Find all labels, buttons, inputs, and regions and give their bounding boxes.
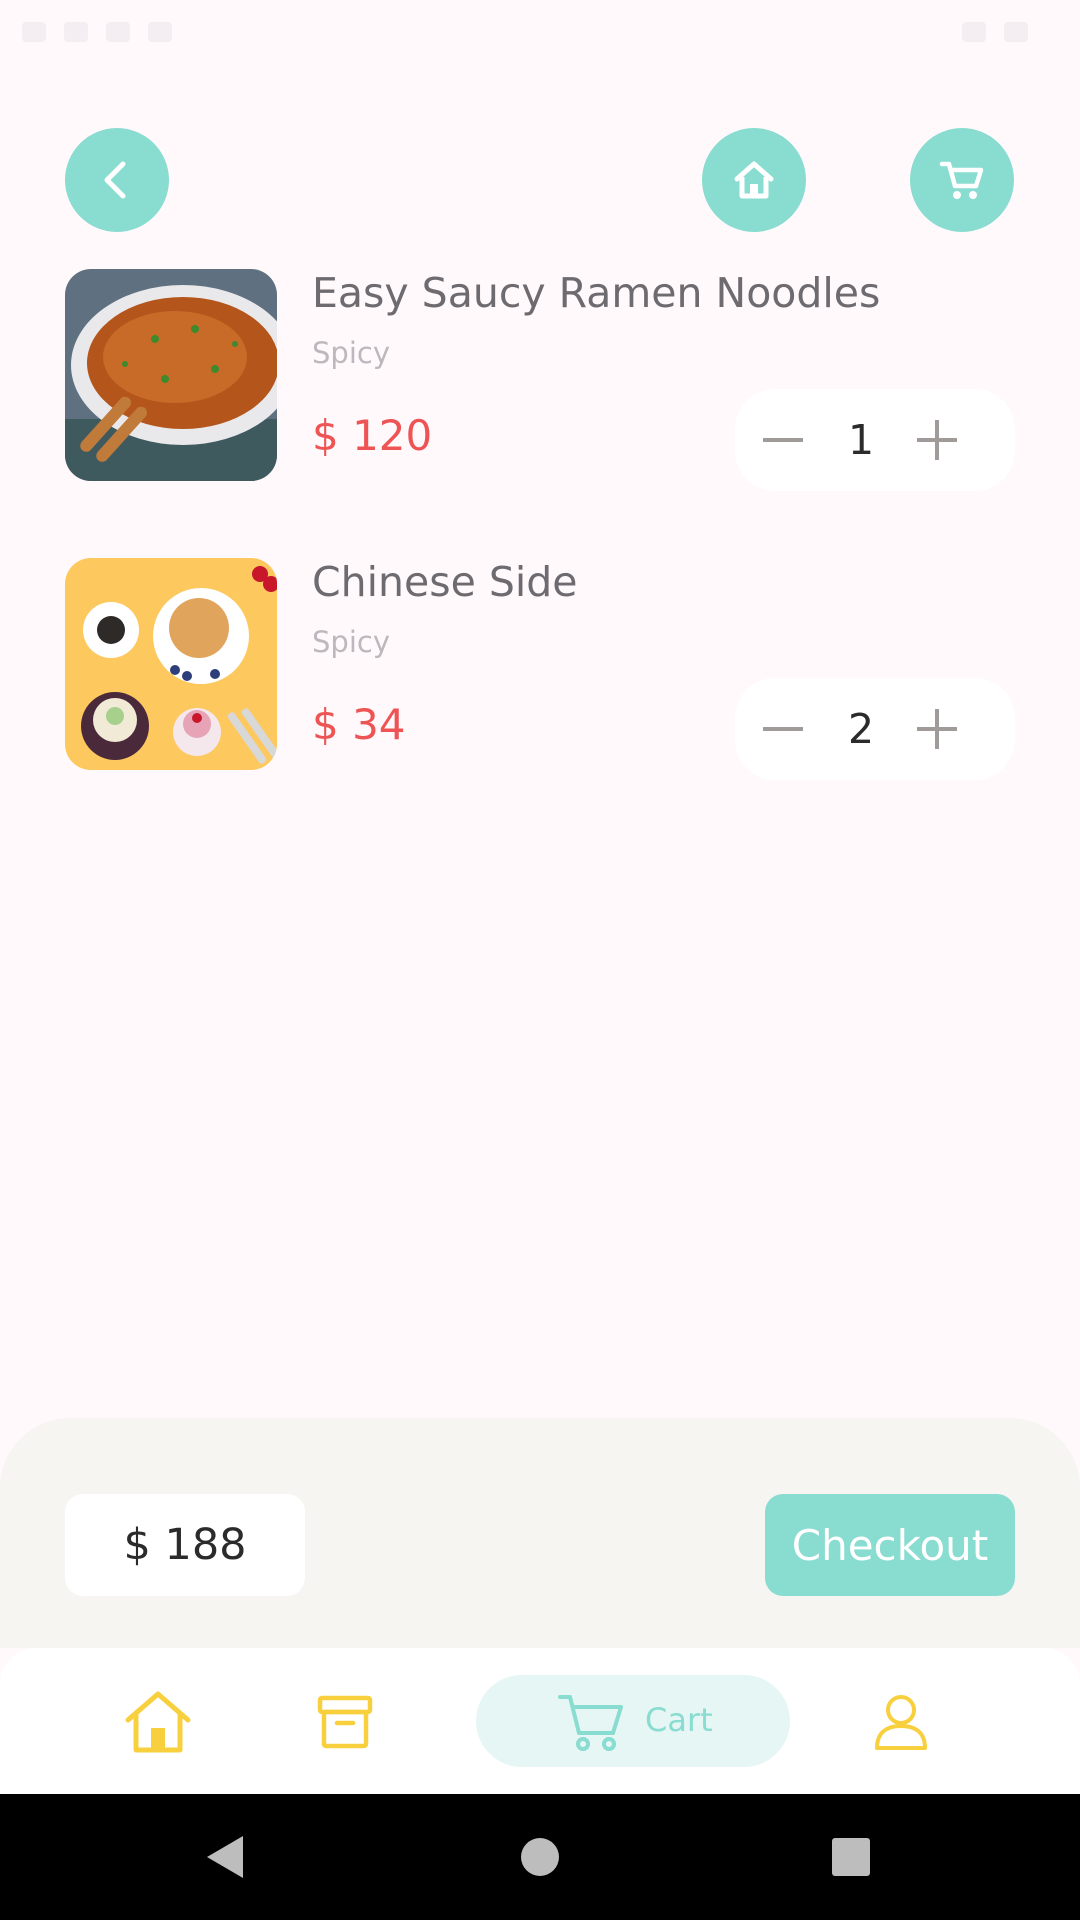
system-navigation-bar: [0, 1794, 1080, 1920]
cart-button[interactable]: [910, 128, 1014, 232]
item-name: Chinese Side: [312, 558, 578, 606]
item-subtitle: Spicy: [312, 336, 390, 370]
home-icon: [125, 1691, 191, 1753]
cart-item: Chinese Side Spicy $ 34 2: [65, 558, 1015, 780]
plus-icon[interactable]: [917, 420, 957, 460]
home-icon: [734, 161, 774, 199]
total-price: $ 188: [65, 1494, 305, 1596]
item-price: $ 120: [312, 411, 433, 460]
tab-cart[interactable]: [476, 1675, 790, 1767]
quantity-value: 2: [847, 705, 875, 753]
ramen-noodles-image[interactable]: [65, 269, 277, 481]
minus-icon[interactable]: [763, 709, 803, 749]
chinese-side-image[interactable]: [65, 558, 277, 770]
tab-cart-icon-wrap[interactable]: [554, 1686, 630, 1758]
home-circle-icon[interactable]: [520, 1837, 560, 1877]
chevron-left-icon: [104, 161, 126, 199]
item-name: Easy Saucy Ramen Noodles: [312, 269, 881, 317]
status-icons-right: [962, 22, 1028, 42]
minus-icon[interactable]: [763, 420, 803, 460]
cart-item: Easy Saucy Ramen Noodles Spicy $ 120 1: [65, 269, 1015, 491]
status-bar: [0, 0, 1080, 64]
tab-home[interactable]: [118, 1684, 198, 1760]
tab-orders[interactable]: [310, 1684, 380, 1760]
back-button[interactable]: [65, 128, 169, 232]
item-subtitle: Spicy: [312, 625, 390, 659]
archive-icon: [317, 1695, 373, 1749]
tab-profile[interactable]: [866, 1686, 936, 1758]
checkout-button[interactable]: Checkout: [765, 1494, 1015, 1596]
plus-icon[interactable]: [917, 709, 957, 749]
cart-icon: [558, 1695, 623, 1751]
quantity-value: 1: [847, 416, 875, 464]
user-icon: [875, 1695, 927, 1750]
quantity-stepper: 1: [735, 389, 1015, 491]
quantity-stepper: 2: [735, 678, 1015, 780]
back-triangle-icon[interactable]: [205, 1834, 245, 1880]
tab-cart-label[interactable]: Cart: [645, 1699, 713, 1741]
cart-icon: [939, 161, 984, 199]
item-price: $ 34: [312, 700, 406, 749]
home-button[interactable]: [702, 128, 806, 232]
recents-square-icon[interactable]: [831, 1837, 871, 1877]
status-icons-left: [22, 22, 172, 42]
